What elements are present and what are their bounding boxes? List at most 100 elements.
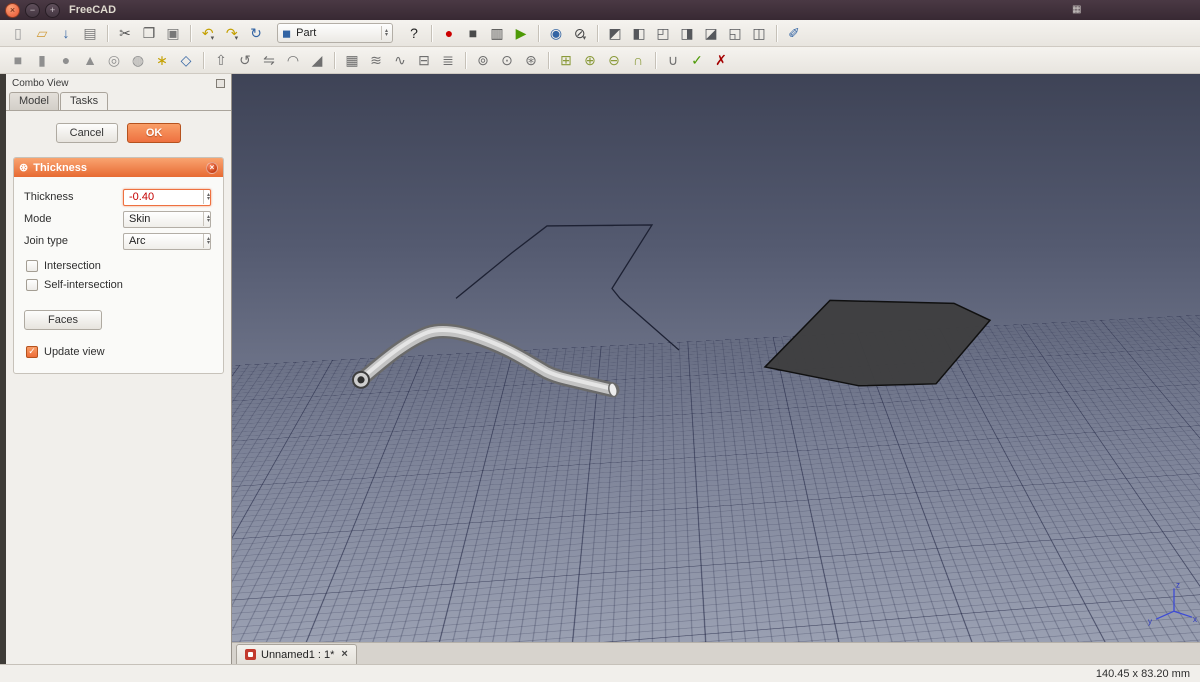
part-sweep-icon: ∿ — [394, 52, 406, 68]
dropdown-caret-icon[interactable]: ▾ — [235, 34, 239, 44]
undo-button[interactable]: ↶ ▾ — [196, 22, 220, 44]
update-view-checkbox[interactable]: ✓ — [26, 345, 38, 358]
new-document-button[interactable]: ▯ — [6, 22, 30, 44]
copy-button[interactable]: ❐ — [137, 22, 161, 44]
workbench-part-icon: ◼ — [282, 27, 292, 40]
part-common-button[interactable]: ∩ — [626, 49, 650, 71]
document-tab[interactable]: Unnamed1 : 1* × — [236, 644, 357, 664]
part-fillet-button[interactable]: ◠ — [281, 49, 305, 71]
part-thickness-button[interactable]: ⊛ — [519, 49, 543, 71]
part-section-button[interactable]: ⊟ — [412, 49, 436, 71]
dropdown-arrows-icon[interactable]: ▴ ▾ — [202, 234, 210, 248]
part-chamfer-button[interactable]: ◢ — [305, 49, 329, 71]
tab-model[interactable]: Model — [9, 92, 59, 110]
close-document-icon[interactable]: × — [341, 649, 347, 660]
spinner-arrows-icon[interactable]: ▴ ▾ — [202, 190, 210, 204]
faces-row: Faces — [24, 310, 213, 330]
macro-stop-button[interactable]: ■ — [461, 22, 485, 44]
freecad-doc-icon — [245, 649, 256, 660]
window-close-button[interactable]: × — [5, 2, 20, 18]
part-mirror-button[interactable]: ⇋ — [257, 49, 281, 71]
thickness-value: -0.40 — [129, 191, 155, 203]
part-ruled-surface-button[interactable]: ▦ — [340, 49, 364, 71]
cut-button[interactable]: ✂ — [113, 22, 137, 44]
3d-scene[interactable]: x y z — [232, 74, 1200, 642]
save-document-button[interactable]: ↓ — [54, 22, 78, 44]
view-right-button[interactable]: ◨ — [675, 22, 699, 44]
measure-distance-button[interactable]: ✐ — [782, 22, 806, 44]
dropdown-caret-icon[interactable]: ▾ — [211, 34, 215, 44]
workbench-selector-arrows-icon[interactable]: ▴ ▾ — [380, 26, 388, 40]
join-type-dropdown[interactable]: Arc ▴ ▾ — [123, 232, 211, 250]
fit-all-button[interactable]: ◉ — [544, 22, 568, 44]
paste-button[interactable]: ▣ — [161, 22, 185, 44]
part-tube-button[interactable]: ◍ — [126, 49, 150, 71]
macro-stop-icon: ■ — [468, 25, 478, 41]
mode-dropdown[interactable]: Skin ▴ ▾ — [123, 210, 211, 228]
window-minimize-button[interactable]: − — [25, 2, 40, 18]
part-cut-button[interactable]: ⊖ — [602, 49, 626, 71]
part-union-icon: ⊕ — [584, 52, 596, 68]
tube-hole — [357, 376, 365, 384]
redo-button[interactable]: ↷ ▾ — [220, 22, 244, 44]
part-check-geometry-button[interactable]: ✓ — [685, 49, 709, 71]
view-front-button[interactable]: ◧ — [627, 22, 651, 44]
part-box-button[interactable]: ■ — [6, 49, 30, 71]
whats-this-button[interactable]: ? — [402, 22, 426, 44]
macros-dialog-button[interactable]: ▥ — [485, 22, 509, 44]
view-bottom-button[interactable]: ◱ — [723, 22, 747, 44]
part-torus-button[interactable]: ◎ — [102, 49, 126, 71]
hexagon-face[interactable] — [763, 299, 992, 387]
workbench-selector[interactable]: ◼ Part ▴ ▾ — [277, 23, 393, 43]
dimensions-readout: 140.45 x 83.20 mm — [1095, 667, 1190, 680]
part-sweep-button[interactable]: ∿ — [388, 49, 412, 71]
dropdown-caret-icon[interactable]: ▾ — [583, 34, 587, 44]
measure-distance-icon: ✐ — [788, 25, 800, 41]
faces-button[interactable]: Faces — [24, 310, 102, 330]
part-revolve-button[interactable]: ↺ — [233, 49, 257, 71]
part-compound-button[interactable]: ⊞ — [554, 49, 578, 71]
view-top-button[interactable]: ◰ — [651, 22, 675, 44]
part-union-button[interactable]: ⊕ — [578, 49, 602, 71]
tab-tasks[interactable]: Tasks — [59, 92, 109, 111]
draw-style-button[interactable]: ⊘ ▾ — [568, 22, 592, 44]
part-connect-button[interactable]: ∪ — [661, 49, 685, 71]
part-loft-button[interactable]: ≋ — [364, 49, 388, 71]
open-folder-button[interactable]: ▱ — [30, 22, 54, 44]
task-header-close-icon[interactable]: × — [206, 161, 218, 174]
wire-sketch[interactable] — [455, 224, 680, 351]
3d-viewport[interactable]: x y z Unnamed1 : 1* × — [232, 74, 1200, 664]
float-panel-icon[interactable] — [216, 78, 225, 88]
refresh-button[interactable]: ↻ — [244, 22, 268, 44]
view-rear-button[interactable]: ◪ — [699, 22, 723, 44]
part-offset-2d-button[interactable]: ⊙ — [495, 49, 519, 71]
part-defeaturing-button[interactable]: ✗ — [709, 49, 733, 71]
part-loft-icon: ≋ — [370, 52, 382, 68]
macro-record-button[interactable]: ● — [437, 22, 461, 44]
window-maximize-button[interactable]: + — [45, 2, 60, 18]
part-sphere-button[interactable]: ● — [54, 49, 78, 71]
dropdown-arrows-icon[interactable]: ▴ ▾ — [202, 212, 210, 226]
part-offset-3d-button[interactable]: ⊚ — [471, 49, 495, 71]
ok-button[interactable]: OK — [126, 123, 182, 143]
part-extrude-button[interactable]: ⇧ — [209, 49, 233, 71]
intersection-checkbox[interactable]: ✓ — [26, 259, 38, 272]
document-tab-label: Unnamed1 : 1* — [261, 648, 335, 661]
thickness-input[interactable]: -0.40 ▴ ▾ — [123, 188, 211, 206]
part-cut-icon: ⊖ — [608, 52, 620, 68]
self-intersection-checkbox[interactable]: ✓ — [26, 278, 38, 291]
open-folder-icon: ▱ — [36, 25, 48, 41]
part-shape-builder-button[interactable]: ◇ — [174, 49, 198, 71]
part-primitives-button[interactable]: ∗ — [150, 49, 174, 71]
thickness-task-panel: ⊛ Thickness × Thickness -0.40 ▴ ▾ Mode S… — [13, 157, 224, 374]
part-cross-sections-button[interactable]: ≣ — [436, 49, 460, 71]
part-cone-button[interactable]: ▲ — [78, 49, 102, 71]
macro-execute-button[interactable]: ▶ — [509, 22, 533, 44]
self-intersection-row: ✓ Self-intersection — [24, 275, 213, 294]
bent-tube[interactable] — [352, 323, 620, 398]
view-left-button[interactable]: ◫ — [747, 22, 771, 44]
cancel-button[interactable]: Cancel — [55, 123, 118, 143]
part-cylinder-button[interactable]: ▮ — [30, 49, 54, 71]
print-button[interactable]: ▤ — [78, 22, 102, 44]
view-axonometric-button[interactable]: ◩ — [603, 22, 627, 44]
